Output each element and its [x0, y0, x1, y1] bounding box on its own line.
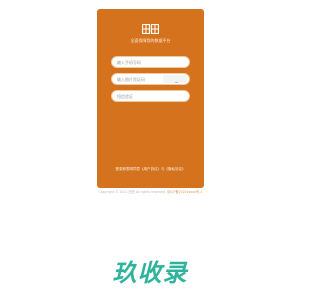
- captcha-image[interactable]: [163, 75, 187, 83]
- brand-logo: [142, 24, 159, 34]
- agreement-text[interactable]: 登录即表明同意《用户协议》与《隐私协议》: [97, 167, 204, 172]
- copyright-text: Copyright © 2022 田田 All rights reserved.: [98, 190, 167, 194]
- phone-input[interactable]: [117, 57, 167, 67]
- sms-code-field[interactable]: [111, 90, 190, 102]
- footer-copyright: Copyright © 2022 田田 All rights reserved.…: [97, 190, 204, 195]
- captcha-noise: [174, 82, 179, 83]
- icp-link[interactable]: 京ICP备2022xxxxx号-1: [167, 190, 202, 194]
- login-card: 全面保障我的数据平台 登录即表明同意《用户协议》与《隐私协议》: [97, 9, 204, 188]
- phone-field[interactable]: [111, 56, 190, 68]
- brand-subtitle: 全面保障我的数据平台: [130, 38, 171, 43]
- captcha-input[interactable]: [117, 74, 167, 84]
- watermark-logo: 玖收录: [90, 258, 210, 288]
- captcha-field[interactable]: [111, 73, 190, 85]
- brand-logo-mark: [142, 24, 159, 34]
- watermark-text: 玖收录: [112, 259, 188, 287]
- sms-code-input[interactable]: [117, 91, 167, 101]
